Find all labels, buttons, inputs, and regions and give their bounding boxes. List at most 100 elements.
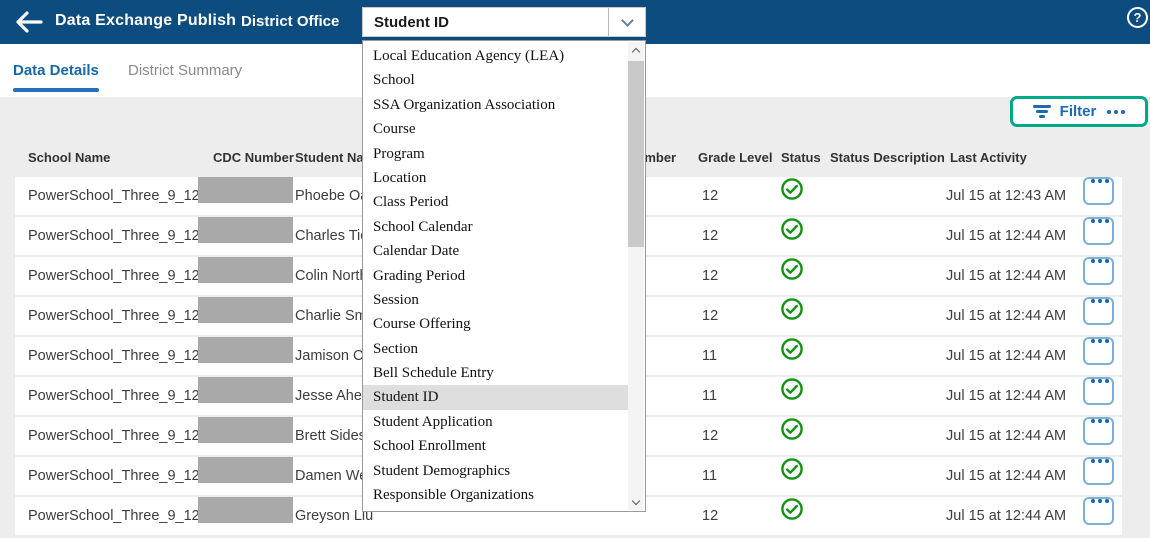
cdc-number-redacted-cell: [198, 257, 293, 283]
dropdown-option[interactable]: School Calendar: [363, 215, 629, 239]
filter-icon: [1033, 105, 1051, 118]
tab-district-summary[interactable]: District Summary: [128, 44, 242, 97]
student-name-cell: Jamison Ch: [295, 337, 372, 375]
ellipsis-icon: [1091, 219, 1109, 223]
dropdown-option[interactable]: Session: [363, 288, 629, 312]
last-activity-cell: Jul 15 at 12:43 AM: [946, 177, 1066, 215]
row-actions-button[interactable]: [1083, 497, 1114, 525]
dropdown-option[interactable]: Local Education Agency (LEA): [363, 44, 629, 68]
ellipsis-icon: [1091, 499, 1109, 503]
row-actions-button[interactable]: [1083, 377, 1114, 405]
status-ok-icon: [780, 217, 804, 241]
cdc-number-redacted-cell: [198, 297, 293, 323]
dropdown-option[interactable]: Student Demographics: [363, 459, 629, 483]
tab-data-details-label: Data Details: [13, 62, 99, 79]
school-name-cell: PowerSchool_Three_9_12: [28, 417, 200, 455]
grade-level-cell: 12: [702, 177, 718, 215]
student-name-cell: Charles Tic: [295, 217, 368, 255]
student-name-cell: Colin North: [295, 257, 368, 295]
active-tab-underline: [13, 88, 99, 92]
dropdown-option-list: Local Education Agency (LEA)SchoolSSA Or…: [363, 41, 629, 511]
ellipsis-icon: [1091, 299, 1109, 303]
scrollbar-thumb[interactable]: [628, 61, 644, 247]
column-header-last-activity: Last Activity: [950, 144, 1027, 172]
object-type-dropdown-panel: Local Education Agency (LEA)SchoolSSA Or…: [362, 40, 646, 512]
student-name-cell: Damen We: [295, 457, 367, 495]
row-actions-button[interactable]: [1083, 217, 1114, 245]
row-actions-button[interactable]: [1083, 297, 1114, 325]
student-name-cell: Brett Sides: [295, 417, 366, 455]
cdc-number-redacted-cell: [198, 497, 293, 523]
object-type-select-value: Student ID: [363, 14, 608, 31]
dropdown-scrollbar[interactable]: [628, 42, 644, 510]
ellipsis-icon: [1091, 419, 1109, 423]
status-ok-icon: [780, 177, 804, 201]
tab-data-details[interactable]: Data Details: [13, 44, 99, 97]
school-name-cell: PowerSchool_Three_9_12: [28, 217, 200, 255]
last-activity-cell: Jul 15 at 12:44 AM: [946, 217, 1066, 255]
ellipsis-icon: [1091, 179, 1109, 183]
dropdown-option[interactable]: Student Application: [363, 410, 629, 434]
row-actions-button[interactable]: [1083, 457, 1114, 485]
last-activity-cell: Jul 15 at 12:44 AM: [946, 457, 1066, 495]
school-name-cell: PowerSchool_Three_9_12: [28, 457, 200, 495]
grade-level-cell: 11: [702, 377, 717, 415]
student-name-cell: Charlie Sm: [295, 297, 367, 335]
dropdown-option[interactable]: Bell Schedule Entry: [363, 361, 629, 385]
school-name-cell: PowerSchool_Three_9_12: [28, 497, 200, 535]
row-actions-button[interactable]: [1083, 257, 1114, 285]
column-header-school-name: School Name: [28, 144, 110, 172]
cdc-number-redacted-cell: [198, 377, 293, 403]
column-header-grade-level: Grade Level: [698, 144, 772, 172]
help-icon[interactable]: ?: [1127, 7, 1148, 28]
school-name-cell: PowerSchool_Three_9_12: [28, 177, 200, 215]
dropdown-option[interactable]: SSA Organization Association: [363, 93, 629, 117]
dropdown-option[interactable]: Section: [363, 337, 629, 361]
dropdown-option[interactable]: Student ID: [363, 385, 629, 409]
object-type-select[interactable]: Student ID: [362, 7, 646, 37]
student-name-cell: Jesse Ahea: [295, 377, 370, 415]
dropdown-option[interactable]: School: [363, 68, 629, 92]
context-label: District Office: [241, 13, 339, 30]
page-title: Data Exchange Publish: [55, 12, 236, 30]
back-arrow-icon[interactable]: [14, 9, 44, 35]
school-name-cell: PowerSchool_Three_9_12: [28, 257, 200, 295]
status-ok-icon: [780, 257, 804, 281]
dropdown-option[interactable]: School Enrollment: [363, 434, 629, 458]
dropdown-option[interactable]: Course Offering: [363, 312, 629, 336]
row-actions-button[interactable]: [1083, 337, 1114, 365]
status-ok-icon: [780, 297, 804, 321]
grade-level-cell: 12: [702, 257, 718, 295]
status-ok-icon: [780, 457, 804, 481]
last-activity-cell: Jul 15 at 12:44 AM: [946, 497, 1066, 535]
status-ok-icon: [780, 497, 804, 521]
more-options-icon[interactable]: [1107, 110, 1125, 114]
cdc-number-redacted-cell: [198, 417, 293, 443]
top-bar: Data Exchange Publish District Office St…: [0, 0, 1150, 44]
row-actions-button[interactable]: [1083, 417, 1114, 445]
filter-button[interactable]: Filter: [1010, 96, 1148, 127]
dropdown-option[interactable]: Location: [363, 166, 629, 190]
dropdown-option[interactable]: Grading Period: [363, 264, 629, 288]
grade-level-cell: 11: [702, 337, 717, 375]
column-header-cdc-number: CDC Number: [213, 144, 294, 172]
tab-district-summary-label: District Summary: [128, 62, 242, 79]
cdc-number-redacted-cell: [198, 337, 293, 363]
grade-level-cell: 12: [702, 417, 718, 455]
dropdown-option[interactable]: Class Period: [363, 190, 629, 214]
scroll-down-icon[interactable]: [628, 494, 644, 510]
dropdown-option[interactable]: Calendar Date: [363, 239, 629, 263]
status-ok-icon: [780, 377, 804, 401]
dropdown-option[interactable]: Program: [363, 142, 629, 166]
scroll-up-icon[interactable]: [628, 42, 644, 58]
grade-level-cell: 12: [702, 217, 718, 255]
dropdown-option[interactable]: Responsible Organizations: [363, 483, 629, 507]
column-header-status-description: Status Description: [830, 144, 945, 172]
row-actions-button[interactable]: [1083, 177, 1114, 205]
status-ok-icon: [780, 417, 804, 441]
grade-level-cell: 12: [702, 297, 718, 335]
school-name-cell: PowerSchool_Three_9_12: [28, 377, 200, 415]
dropdown-option[interactable]: Course: [363, 117, 629, 141]
ellipsis-icon: [1091, 339, 1109, 343]
column-header-status: Status: [781, 144, 821, 172]
